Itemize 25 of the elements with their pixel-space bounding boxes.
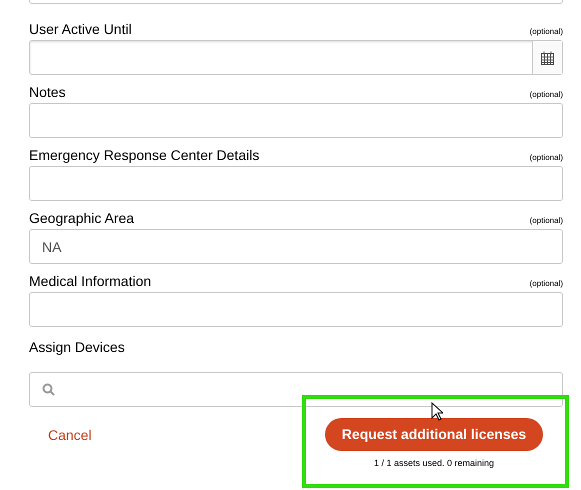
field-label: Medical Information: [29, 274, 152, 288]
optional-note: (optional): [530, 280, 563, 288]
calendar-button[interactable]: [532, 41, 562, 74]
request-licenses-button[interactable]: Request additional licenses: [325, 418, 543, 451]
input-field[interactable]: [29, 292, 563, 327]
cancel-link[interactable]: Cancel: [48, 425, 92, 446]
field-label: Assign Devices: [29, 340, 126, 354]
usage-text: 1 / 1 assets used. 0 remaining: [374, 457, 494, 470]
field-label: Emergency Response Center Details: [29, 148, 260, 162]
input-field[interactable]: [29, 0, 563, 4]
field-label: User Active Until: [29, 22, 132, 36]
date-field[interactable]: [29, 40, 563, 75]
search-field[interactable]: [29, 372, 563, 407]
calendar-icon: [541, 50, 554, 64]
optional-note: (optional): [530, 28, 563, 36]
field-label: Notes: [29, 85, 66, 99]
optional-note: (optional): [530, 217, 563, 225]
input-field[interactable]: NA: [29, 229, 563, 264]
field-label: Geographic Area: [29, 211, 134, 225]
search-icon: [42, 383, 55, 396]
input-field[interactable]: [29, 166, 563, 201]
cursor-icon: [431, 402, 443, 421]
optional-note: (optional): [530, 91, 563, 99]
input-field[interactable]: [29, 103, 563, 138]
optional-note: (optional): [530, 154, 563, 162]
